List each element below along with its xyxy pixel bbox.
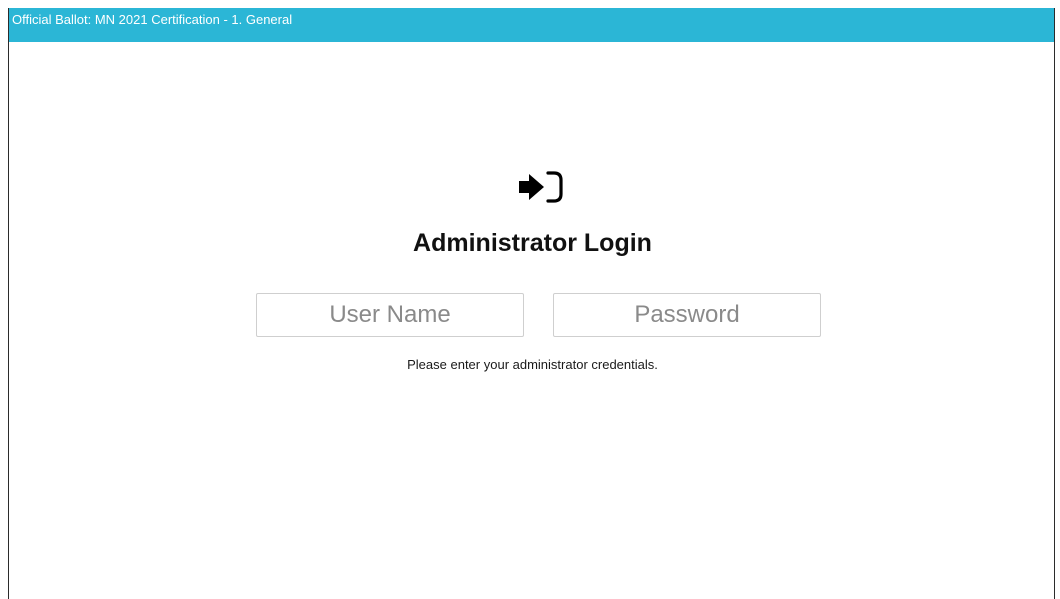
page-title: Administrator Login <box>413 229 652 257</box>
username-input[interactable] <box>256 293 524 337</box>
title-bar: Official Ballot: MN 2021 Certification -… <box>9 8 1054 42</box>
sign-in-icon <box>519 171 563 203</box>
credentials-hint: Please enter your administrator credenti… <box>407 357 658 372</box>
password-input[interactable] <box>553 293 821 337</box>
window-title: Official Ballot: MN 2021 Certification -… <box>12 12 293 27</box>
app-window: Official Ballot: MN 2021 Certification -… <box>8 8 1055 599</box>
